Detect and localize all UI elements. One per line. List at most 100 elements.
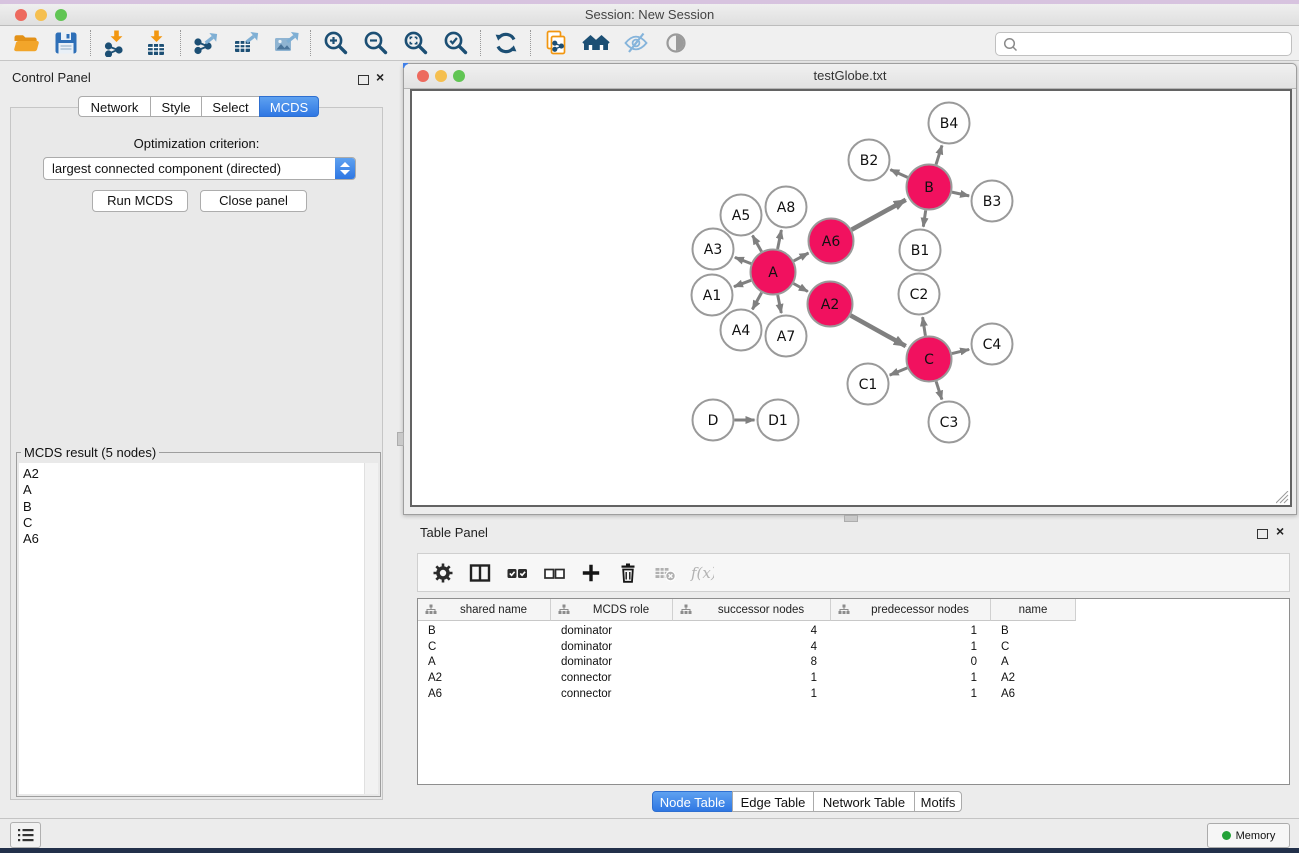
- tab-node-table[interactable]: Node Table: [652, 791, 733, 812]
- tab-network-table[interactable]: Network Table: [813, 791, 915, 812]
- tab-network[interactable]: Network: [78, 96, 151, 117]
- table-cell: C: [991, 641, 1076, 653]
- toggle-graphics-details-button[interactable]: [616, 28, 656, 58]
- tab-mcds[interactable]: MCDS: [259, 96, 319, 117]
- show-hide-button[interactable]: [656, 28, 696, 58]
- close-panel-button[interactable]: Close panel: [200, 190, 307, 212]
- table-row[interactable]: Bdominator41B: [418, 623, 1289, 639]
- zoom-fit-button[interactable]: [396, 28, 436, 58]
- mcds-result-item[interactable]: A2: [23, 466, 364, 482]
- table-cell: dominator: [551, 641, 673, 653]
- import-table-button[interactable]: [136, 28, 176, 58]
- split-panel-button[interactable]: [461, 558, 498, 588]
- column-header-MCDS-role[interactable]: MCDS role: [551, 599, 673, 621]
- zoom-selected-button[interactable]: [436, 28, 476, 58]
- splitter-handle-vertical[interactable]: [397, 432, 404, 446]
- refresh-button[interactable]: [486, 28, 526, 58]
- mcds-result-item[interactable]: C: [23, 515, 364, 531]
- splitter-handle-horizontal[interactable]: [844, 515, 858, 522]
- graph-node-A7[interactable]: A7: [766, 316, 807, 357]
- graph-node-A[interactable]: A: [751, 250, 796, 295]
- graph-node-A2[interactable]: A2: [808, 282, 853, 327]
- select-all-rows-button[interactable]: [498, 558, 535, 588]
- control-panel-float-button[interactable]: [358, 72, 369, 90]
- desktop-background-bottom: [0, 848, 1299, 853]
- overview-windows-button[interactable]: [576, 28, 616, 58]
- graph-node-A8[interactable]: A8: [766, 187, 807, 228]
- graph-edge: [753, 236, 762, 252]
- search-input[interactable]: [1022, 36, 1286, 52]
- graph-node-C[interactable]: C: [907, 337, 952, 382]
- search-field[interactable]: [995, 32, 1292, 56]
- resize-grip-icon[interactable]: [1276, 491, 1289, 504]
- graph-edge: [952, 192, 969, 196]
- column-header-predecessor-nodes[interactable]: predecessor nodes: [831, 599, 991, 621]
- mcds-result-item[interactable]: A: [23, 482, 364, 498]
- export-network-icon: [192, 29, 220, 57]
- tab-style[interactable]: Style: [150, 96, 202, 117]
- save-session-button[interactable]: [46, 28, 86, 58]
- mcds-result-item[interactable]: A6: [23, 531, 364, 547]
- graph-node-A6[interactable]: A6: [809, 219, 854, 264]
- control-panel-close-button[interactable]: ×: [376, 71, 384, 83]
- export-network-button[interactable]: [186, 28, 226, 58]
- zoom-fit-icon: [402, 29, 430, 57]
- open-session-button[interactable]: [6, 28, 46, 58]
- network-window-titlebar[interactable]: testGlobe.txt: [404, 64, 1296, 89]
- graph-node-C1[interactable]: C1: [848, 364, 889, 405]
- zoom-out-button[interactable]: [356, 28, 396, 58]
- table-row[interactable]: Cdominator41C: [418, 639, 1289, 655]
- graph-node-B[interactable]: B: [907, 165, 952, 210]
- graph-edge: [778, 230, 782, 249]
- show-panels-button[interactable]: [10, 822, 41, 848]
- deselect-all-rows-button[interactable]: [535, 558, 572, 588]
- tab-select[interactable]: Select: [201, 96, 260, 117]
- column-header-name[interactable]: name: [991, 599, 1076, 621]
- mcds-result-list[interactable]: A2ABCA6: [19, 463, 364, 794]
- toolbar-separator: [180, 30, 182, 56]
- mcds-result-item[interactable]: B: [23, 499, 364, 515]
- optimization-criterion-dropdown[interactable]: largest connected component (directed): [43, 157, 356, 180]
- control-panel-title: Control Panel: [12, 70, 91, 85]
- zoom-in-button[interactable]: [316, 28, 356, 58]
- tab-motifs[interactable]: Motifs: [914, 791, 962, 812]
- overview-windows-icon: [582, 29, 610, 57]
- graph-node-A5[interactable]: A5: [721, 195, 762, 236]
- graph-node-B1[interactable]: B1: [900, 230, 941, 271]
- table-panel-float-button[interactable]: [1257, 526, 1268, 544]
- graph-node-D1[interactable]: D1: [758, 400, 799, 441]
- graph-node-B2[interactable]: B2: [849, 140, 890, 181]
- network-view-window[interactable]: testGlobe.txt B4 B2 B B3 A8A5 A6 A3 B1 A C2 A1 A2 A4…: [403, 63, 1297, 515]
- graph-node-C2[interactable]: C2: [899, 274, 940, 315]
- titlebar[interactable]: Session: New Session: [0, 4, 1299, 26]
- mcds-result-scrollbar[interactable]: [364, 463, 378, 794]
- table-row[interactable]: A2connector11A2: [418, 670, 1289, 686]
- column-settings-button[interactable]: [424, 558, 461, 588]
- column-header-successor-nodes[interactable]: successor nodes: [673, 599, 831, 621]
- graph-node-B4[interactable]: B4: [929, 103, 970, 144]
- export-table-button[interactable]: [226, 28, 266, 58]
- graph-node-A3[interactable]: A3: [693, 229, 734, 270]
- graph-node-A1[interactable]: A1: [692, 275, 733, 316]
- tab-edge-table[interactable]: Edge Table: [732, 791, 814, 812]
- graph-node-A4[interactable]: A4: [721, 310, 762, 351]
- run-mcds-button[interactable]: Run MCDS: [92, 190, 188, 212]
- table-row[interactable]: A6connector11A6: [418, 686, 1289, 702]
- window-title: Session: New Session: [0, 7, 1299, 22]
- graph-node-C4[interactable]: C4: [972, 324, 1013, 365]
- clone-network-button[interactable]: [536, 28, 576, 58]
- column-header-shared-name[interactable]: shared name: [418, 599, 551, 621]
- table-panel-close-button[interactable]: ×: [1276, 525, 1284, 537]
- table-cell: A: [418, 656, 551, 668]
- graph-node-C3[interactable]: C3: [929, 402, 970, 443]
- graph-node-D[interactable]: D: [693, 400, 734, 441]
- graph-node-B3[interactable]: B3: [972, 181, 1013, 222]
- network-canvas[interactable]: B4 B2 B B3 A8A5 A6 A3 B1 A C2 A1 A2 A4 A7 C4 C C1 C3 D D1: [410, 89, 1292, 507]
- svg-text:A4: A4: [732, 323, 751, 339]
- table-row[interactable]: Adominator80A: [418, 655, 1289, 671]
- export-image-button[interactable]: [266, 28, 306, 58]
- delete-column-button[interactable]: [609, 558, 646, 588]
- add-column-button[interactable]: [572, 558, 609, 588]
- import-network-button[interactable]: [96, 28, 136, 58]
- memory-button[interactable]: Memory: [1207, 823, 1290, 848]
